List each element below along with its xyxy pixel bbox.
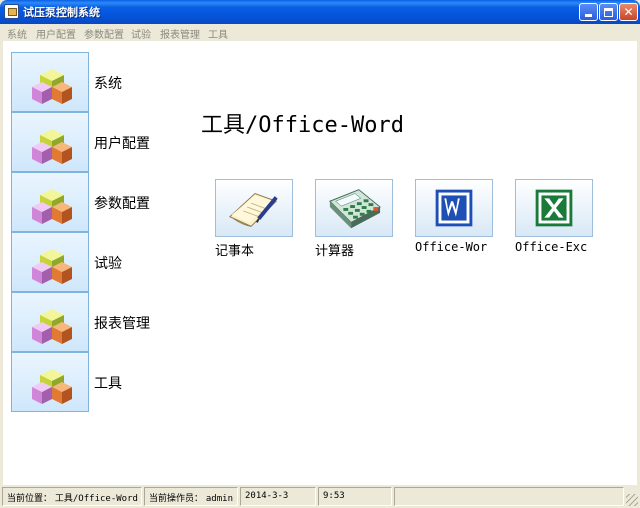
cubes-icon (32, 249, 72, 284)
nav-item-system[interactable]: 系统 (11, 52, 181, 112)
nav-label-param-config: 参数配置 (94, 196, 150, 212)
maximize-button[interactable] (599, 3, 618, 21)
nav-label-report: 报表管理 (94, 316, 150, 332)
tool-calculator[interactable]: 计算器 (315, 179, 395, 259)
menu-bar: 系统 用户配置 参数配置 试验 报表管理 工具 (0, 24, 640, 41)
nav-label-system: 系统 (94, 76, 122, 92)
resize-grip[interactable] (626, 494, 638, 506)
cubes-icon (32, 369, 72, 404)
status-location-label: 当前位置： (7, 494, 53, 504)
status-time: 9:53 (318, 487, 392, 506)
nav-item-param-config[interactable]: 参数配置 (11, 172, 181, 232)
minimize-icon (585, 14, 592, 17)
nav-button-test[interactable] (11, 232, 89, 292)
cubes-icon (32, 129, 72, 164)
title-bar: 试压泵控制系统 ✕ (0, 0, 640, 24)
maximize-icon (604, 7, 613, 17)
nav-item-report[interactable]: 报表管理 (11, 292, 181, 352)
tool-label-word: Office-Wor (415, 240, 488, 254)
close-icon: ✕ (623, 5, 634, 19)
status-bar: 当前位置： 工具/Office-Word 当前操作员： admin 2014-3… (0, 486, 640, 508)
menu-tools[interactable]: 工具 (208, 26, 228, 41)
tool-excel[interactable]: Office-Exc (515, 179, 595, 259)
tool-notepad[interactable]: 记事本 (215, 179, 295, 259)
minimize-button[interactable] (579, 3, 598, 21)
cubes-icon (32, 69, 72, 104)
nav-button-tools[interactable] (11, 352, 89, 412)
nav-label-tools: 工具 (94, 376, 122, 392)
client-area: 系统 用户配置 参数配置 试验 报表管理 工具 工具/Office-Word 记… (3, 41, 637, 485)
tool-word[interactable]: Office-Wor (415, 179, 495, 259)
calculator-button[interactable] (315, 179, 393, 237)
nav-item-tools[interactable]: 工具 (11, 352, 181, 412)
status-empty (394, 487, 624, 506)
word-icon (435, 189, 473, 227)
status-location: 当前位置： 工具/Office-Word (2, 487, 142, 506)
notepad-button[interactable] (215, 179, 293, 237)
app-icon (4, 4, 19, 19)
word-button[interactable] (415, 179, 493, 237)
nav-label-user-config: 用户配置 (94, 136, 150, 152)
cubes-icon (32, 309, 72, 344)
status-location-value: 工具/Office-Word (54, 494, 138, 504)
nav-button-param-config[interactable] (11, 172, 89, 232)
status-date: 2014-3-3 (240, 487, 316, 506)
menu-report[interactable]: 报表管理 (160, 26, 200, 41)
menu-param-config[interactable]: 参数配置 (84, 26, 124, 41)
tool-label-notepad: 记事本 (215, 244, 255, 259)
status-operator-label: 当前操作员： (149, 494, 204, 504)
nav-item-user-config[interactable]: 用户配置 (11, 112, 181, 172)
calculator-icon (329, 189, 381, 229)
cubes-icon (32, 189, 72, 224)
nav-button-system[interactable] (11, 52, 89, 112)
window-title: 试压泵控制系统 (23, 6, 100, 19)
nav-button-user-config[interactable] (11, 112, 89, 172)
page-title: 工具/Office-Word (201, 113, 404, 138)
menu-system[interactable]: 系统 (7, 26, 27, 41)
excel-button[interactable] (515, 179, 593, 237)
status-operator-value: admin (205, 494, 233, 504)
menu-user-config[interactable]: 用户配置 (36, 26, 76, 41)
notepad-icon (229, 192, 278, 227)
tool-label-excel: Office-Exc (515, 240, 588, 254)
tool-label-calculator: 计算器 (315, 244, 355, 259)
status-operator: 当前操作员： admin (144, 487, 238, 506)
nav-label-test: 试验 (94, 256, 122, 272)
nav-item-test[interactable]: 试验 (11, 232, 181, 292)
menu-test[interactable]: 试验 (131, 26, 151, 41)
nav-button-report[interactable] (11, 292, 89, 352)
excel-icon (535, 189, 573, 227)
close-button[interactable]: ✕ (619, 3, 638, 21)
